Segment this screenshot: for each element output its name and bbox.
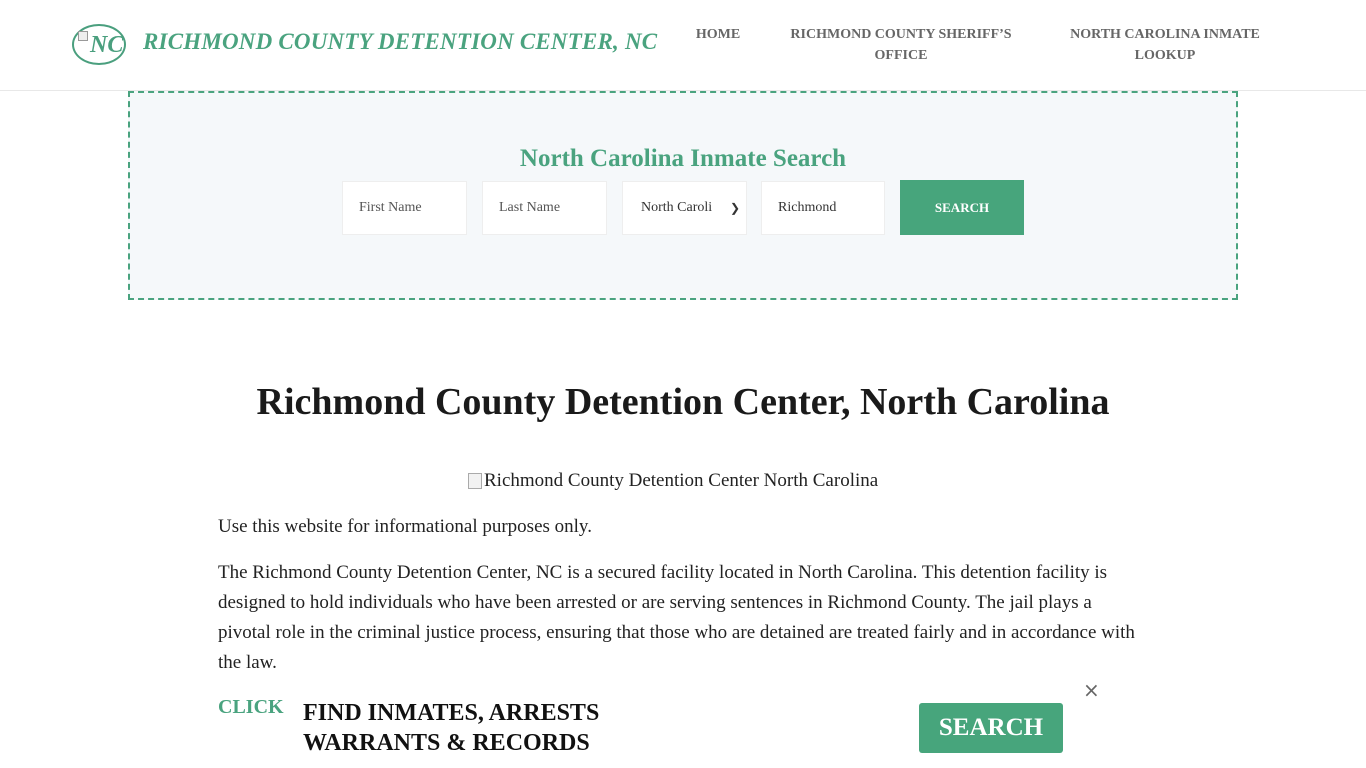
banner-click-label: CLICK — [218, 696, 284, 718]
disclaimer-paragraph: Use this website for informational purpo… — [218, 516, 592, 537]
site-logo[interactable]: NC — [72, 24, 126, 65]
nav-lookup-label-line2: LOOKUP — [1134, 48, 1196, 63]
nav-inmate-lookup[interactable]: NORTH CAROLINA INMATE LOOKUP — [1064, 24, 1266, 66]
banner-search-button[interactable]: SEARCH — [919, 703, 1063, 753]
nav-home[interactable]: HOME — [692, 24, 744, 45]
page-title: Richmond County Detention Center, North … — [256, 381, 1110, 423]
facility-image: Richmond County Detention Center North C… — [468, 466, 878, 496]
logo-text: NC — [90, 32, 124, 58]
sticky-search-banner: CLICK FIND INMATES, ARRESTS WARRANTS & R… — [0, 678, 1366, 768]
nav-lookup-label-line1: NORTH CAROLINA INMATE — [1070, 27, 1260, 42]
state-select[interactable]: North Caroli ❯ — [622, 181, 747, 235]
last-name-input[interactable]: Last Name — [482, 181, 607, 235]
banner-text: FIND INMATES, ARRESTS WARRANTS & RECORDS — [303, 698, 599, 758]
banner-text-line1: FIND INMATES, ARRESTS — [303, 700, 600, 726]
nav-sheriff-label-line1: RICHMOND COUNTY SHERIFF’S — [790, 27, 1012, 42]
intro-paragraph: The Richmond County Detention Center, NC… — [218, 562, 1135, 673]
close-icon[interactable]: × — [1083, 678, 1100, 702]
nav-sheriff-label-line2: OFFICE — [874, 48, 928, 63]
broken-image-icon — [78, 31, 88, 41]
inmate-search-panel: North Carolina Inmate Search First Name … — [128, 91, 1238, 300]
chevron-down-icon: ❯ — [729, 201, 740, 215]
first-name-input[interactable]: First Name — [342, 181, 467, 235]
site-header: NC RICHMOND COUNTY DETENTION CENTER, NC … — [0, 0, 1366, 91]
search-title: North Carolina Inmate Search — [519, 145, 847, 172]
nav-sheriff-office[interactable]: RICHMOND COUNTY SHERIFF’S OFFICE — [784, 24, 1018, 66]
nav-home-label: HOME — [695, 27, 741, 42]
state-select-value: North Caroli — [641, 200, 713, 215]
broken-image-icon — [468, 473, 482, 489]
search-button[interactable]: SEARCH — [900, 180, 1024, 235]
facility-image-alt: Richmond County Detention Center North C… — [484, 470, 879, 491]
site-title-link[interactable]: RICHMOND COUNTY DETENTION CENTER, NC — [143, 29, 657, 55]
county-input[interactable]: Richmond — [761, 181, 885, 235]
banner-text-line2: WARRANTS & RECORDS — [303, 730, 590, 756]
